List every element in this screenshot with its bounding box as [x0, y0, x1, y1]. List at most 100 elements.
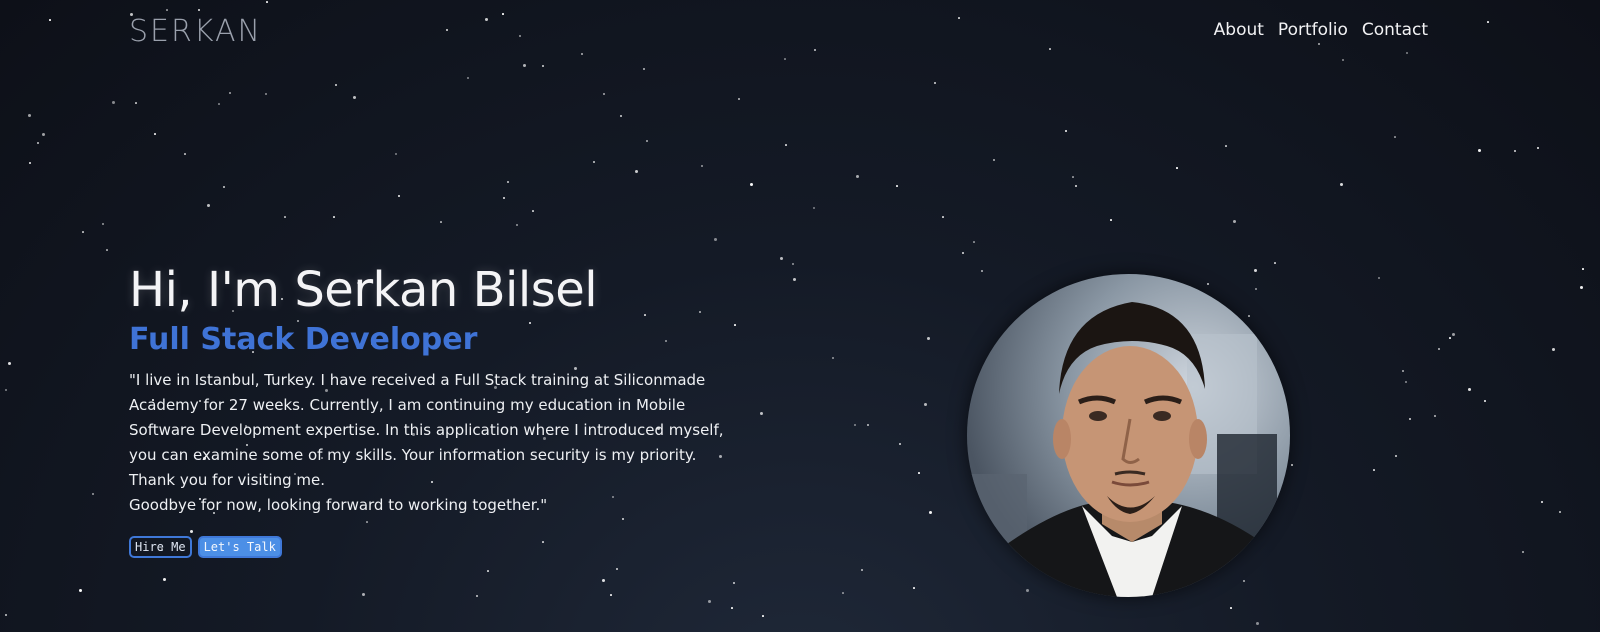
nav-link-portfolio[interactable]: Portfolio: [1278, 20, 1348, 40]
star-dot: [1452, 333, 1455, 336]
star-dot: [487, 570, 489, 572]
site-logo[interactable]: SERKAN: [129, 14, 262, 49]
star-dot: [1478, 149, 1481, 152]
star-dot: [1233, 220, 1236, 223]
star-dot: [102, 223, 104, 225]
star-dot: [1065, 130, 1067, 132]
star-dot: [284, 216, 286, 218]
star-dot: [476, 595, 478, 597]
bio-paragraph: "I live in Istanbul, Turkey. I have rece…: [129, 370, 724, 489]
star-dot: [440, 221, 442, 223]
star-dot: [962, 252, 964, 254]
star-dot: [335, 84, 337, 86]
nav-menu: About Portfolio Contact: [1214, 20, 1428, 40]
star-dot: [899, 443, 901, 445]
star-dot: [29, 162, 31, 164]
star-dot: [82, 231, 84, 233]
star-dot: [1026, 589, 1029, 592]
star-dot: [333, 216, 335, 218]
star-dot: [1484, 400, 1486, 402]
star-dot: [1291, 464, 1293, 466]
star-dot: [842, 592, 844, 594]
star-dot: [1176, 167, 1178, 169]
star-dot: [867, 424, 869, 426]
star-dot: [861, 569, 863, 571]
star-dot: [79, 589, 82, 592]
star-dot: [467, 77, 469, 79]
star-dot: [1580, 286, 1583, 289]
star-dot: [135, 102, 137, 104]
nav-link-contact[interactable]: Contact: [1362, 20, 1428, 40]
star-dot: [832, 357, 834, 359]
star-dot: [993, 159, 995, 161]
star-dot: [918, 472, 920, 474]
star-dot: [750, 183, 753, 186]
star-dot: [184, 153, 186, 155]
star-dot: [1559, 511, 1561, 513]
star-dot: [353, 96, 356, 99]
top-navbar: SERKAN About Portfolio Contact: [0, 0, 1600, 64]
star-dot: [927, 337, 930, 340]
hero-bio: "I live in Istanbul, Turkey. I have rece…: [129, 368, 744, 518]
star-dot: [1256, 622, 1259, 625]
star-dot: [785, 144, 787, 146]
star-dot: [856, 175, 859, 178]
star-dot: [1075, 185, 1077, 187]
star-dot: [643, 68, 645, 70]
star-dot: [1072, 176, 1074, 178]
star-dot: [603, 93, 605, 95]
star-dot: [981, 270, 983, 272]
star-dot: [1409, 418, 1411, 420]
star-dot: [762, 615, 764, 617]
star-dot: [1522, 551, 1524, 553]
star-dot: [218, 103, 220, 105]
star-dot: [793, 278, 796, 281]
star-dot: [1402, 370, 1404, 372]
star-dot: [1254, 269, 1257, 272]
star-dot: [1438, 348, 1440, 350]
star-dot: [1541, 501, 1543, 503]
star-dot: [896, 185, 898, 187]
bio-closing: Goodbye for now, looking forward to work…: [129, 495, 548, 514]
star-dot: [163, 578, 166, 581]
star-dot: [714, 238, 717, 241]
star-dot: [1434, 415, 1436, 417]
star-dot: [1225, 145, 1227, 147]
star-dot: [5, 614, 7, 616]
star-dot: [1514, 150, 1516, 152]
star-dot: [1537, 147, 1539, 149]
profile-photo-portrait: [967, 302, 1277, 597]
star-dot: [1373, 469, 1375, 471]
star-dot: [503, 197, 505, 199]
star-dot: [610, 594, 612, 596]
star-dot: [1230, 607, 1232, 609]
star-dot: [398, 195, 400, 197]
star-dot: [1468, 388, 1471, 391]
star-dot: [731, 607, 733, 609]
star-dot: [942, 216, 944, 218]
star-dot: [780, 257, 783, 260]
star-dot: [1405, 381, 1407, 383]
nav-link-about[interactable]: About: [1214, 20, 1264, 40]
star-dot: [265, 93, 267, 95]
star-dot: [37, 142, 39, 144]
star-dot: [542, 65, 544, 67]
star-dot: [5, 389, 7, 391]
star-dot: [92, 493, 94, 495]
star-dot: [1582, 268, 1584, 270]
star-dot: [616, 568, 618, 570]
star-dot: [635, 170, 638, 173]
hire-me-button[interactable]: Hire Me: [129, 535, 192, 558]
star-dot: [1395, 455, 1397, 457]
star-dot: [934, 82, 936, 84]
star-dot: [646, 140, 648, 142]
lets-talk-button[interactable]: Let's Talk: [197, 535, 282, 558]
star-dot: [1449, 337, 1451, 339]
star-dot: [1248, 315, 1250, 317]
star-dot: [1394, 136, 1396, 138]
star-dot: [207, 204, 210, 207]
star-dot: [924, 403, 927, 406]
star-dot: [112, 101, 115, 104]
star-dot: [738, 98, 740, 100]
star-dot: [28, 114, 31, 117]
